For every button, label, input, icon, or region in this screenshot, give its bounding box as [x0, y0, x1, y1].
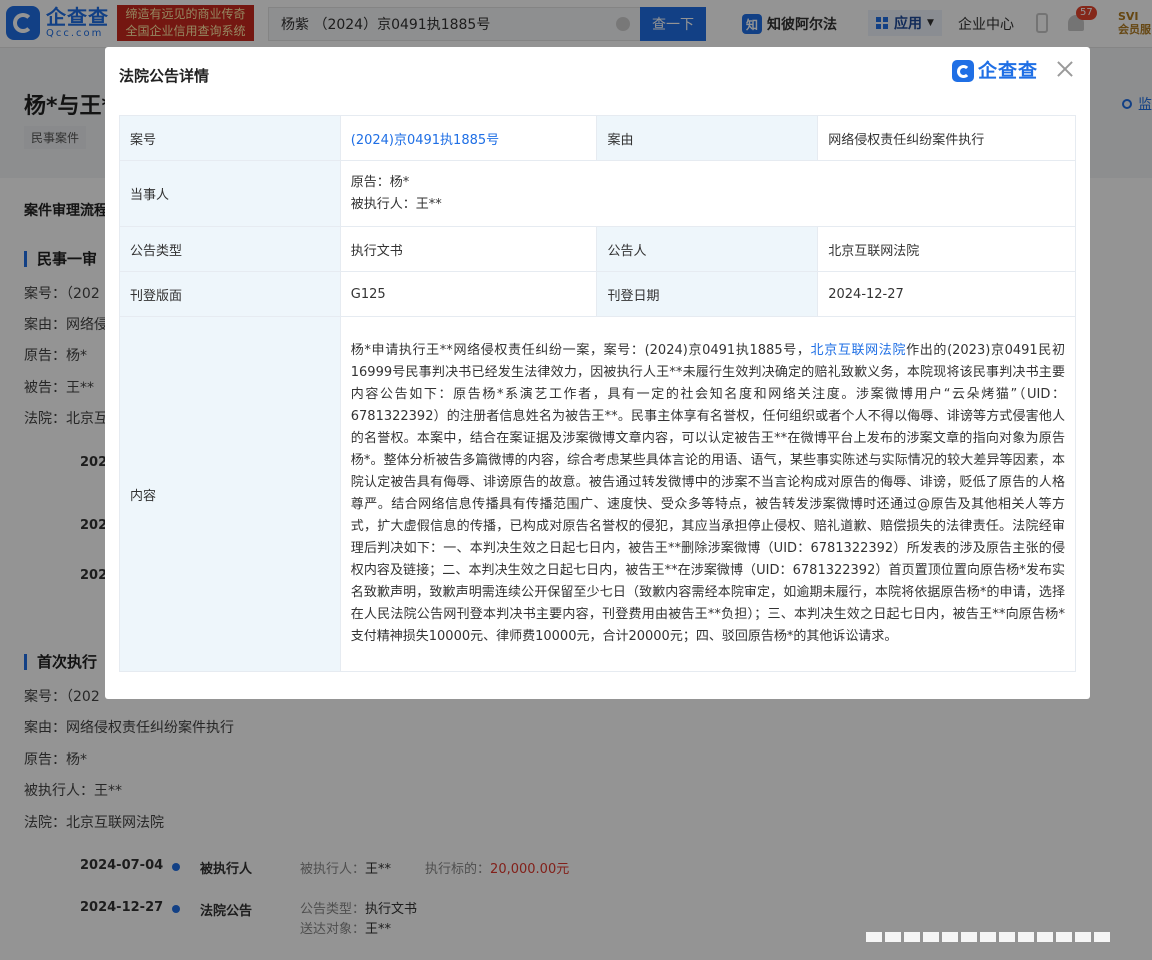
- table-row: 公告类型 执行文书 公告人 北京互联网法院: [119, 226, 1076, 272]
- table-row: 内容 杨*申请执行王**网络侵权责任纠纷一案，案号：(2024)京0491执18…: [119, 316, 1077, 672]
- court-link[interactable]: 北京互联网法院: [811, 343, 907, 358]
- cause-value: 网络侵权责任纠纷案件执行: [817, 115, 1076, 161]
- notice-detail-table: 案号 (2024)京0491执1885号 案由 网络侵权责任纠纷案件执行 当事人…: [119, 115, 1077, 672]
- content-body: 杨*申请执行王**网络侵权责任纠纷一案，案号：(2024)京0491执1885号…: [339, 316, 1077, 672]
- publish-date-value: 2024-12-27: [817, 271, 1076, 317]
- case-no-link[interactable]: (2024)京0491执1885号: [351, 133, 499, 148]
- modal-logo-text: 企查查: [978, 60, 1039, 82]
- qcc-logo-icon: [952, 60, 974, 82]
- publish-date-label: 刊登日期: [596, 271, 819, 317]
- close-button[interactable]: [1053, 57, 1077, 81]
- announcer-label: 公告人: [596, 226, 819, 272]
- page-label: 刊登版面: [119, 271, 341, 317]
- modal-logo: 企查查: [952, 60, 1038, 82]
- page-value: G125: [339, 271, 598, 317]
- case-no-label: 案号: [119, 115, 341, 161]
- announcer-value: 北京互联网法院: [817, 226, 1076, 272]
- notice-type-value: 执行文书: [339, 226, 598, 272]
- plaintiff-value: 原告：杨*: [350, 174, 410, 190]
- table-row: 案号 (2024)京0491执1885号 案由 网络侵权责任纠纷案件执行: [119, 115, 1076, 161]
- content-text: 作出的(2023)京0491民初16999号民事判决书已经发生法律效力，因被执行…: [350, 343, 1065, 644]
- modal-title: 法院公告详情: [119, 67, 210, 85]
- cause-label: 案由: [596, 115, 819, 161]
- table-row: 当事人 原告：杨* 被执行人：王**: [119, 160, 1077, 227]
- notice-type-label: 公告类型: [119, 226, 341, 272]
- content-label: 内容: [119, 316, 341, 672]
- content-text: 杨*申请执行王**网络侵权责任纠纷一案，案号：(2024)京0491执1885号…: [350, 343, 811, 358]
- table-row: 刊登版面 G125 刊登日期 2024-12-27: [119, 271, 1076, 317]
- watermark: [866, 932, 1110, 942]
- party-label: 当事人: [119, 160, 341, 227]
- executee-value: 被执行人：王**: [350, 196, 442, 212]
- court-notice-modal: 法院公告详情 企查查 案号 (2024)京0491执1885号 案由 网络侵权责…: [105, 47, 1090, 699]
